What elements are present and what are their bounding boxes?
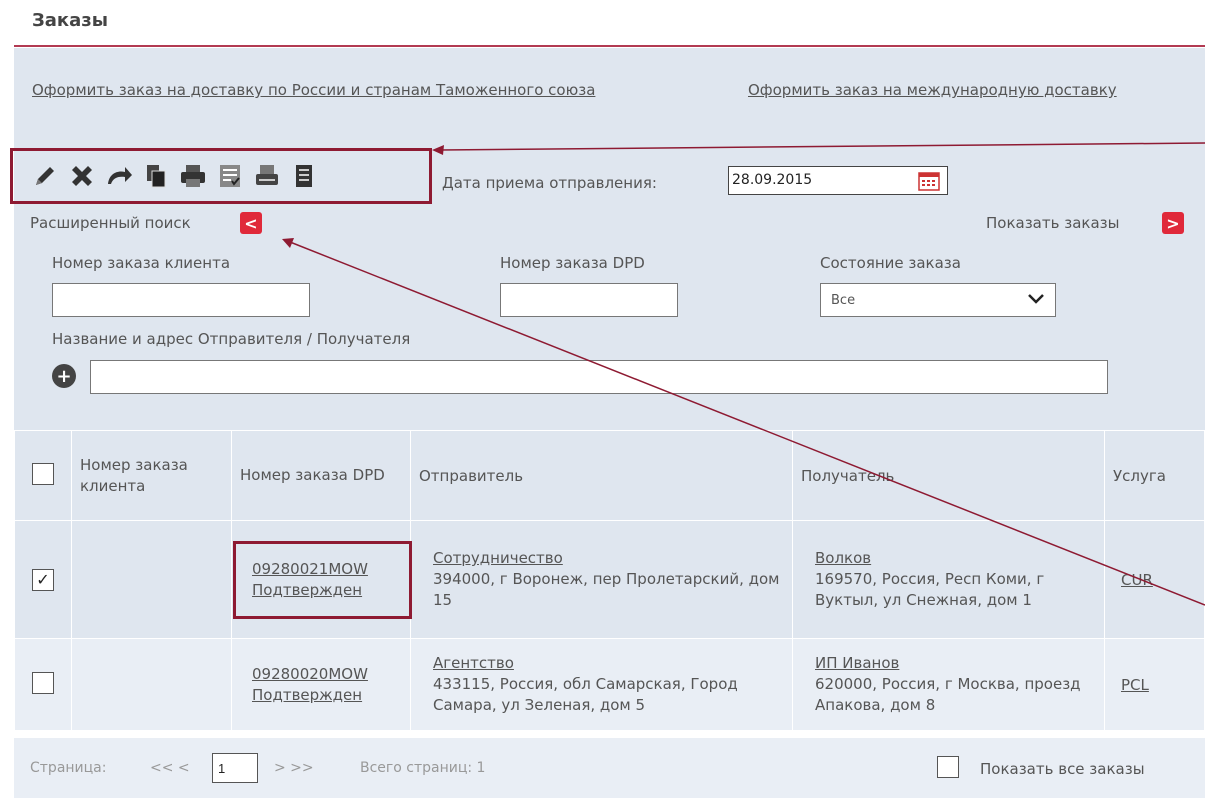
page-title: Заказы <box>32 10 109 31</box>
checklist-icon[interactable] <box>216 162 244 190</box>
client-number-cell <box>71 638 232 731</box>
create-international-order-link[interactable]: Оформить заказ на международную доставку <box>748 78 1148 102</box>
name-address-label: Название и адрес Отправителя / Получател… <box>52 330 411 348</box>
service-link[interactable]: CUR <box>1121 571 1153 589</box>
row-select-cell <box>14 638 72 731</box>
total-pages-text: Всего страниц: 1 <box>360 760 486 776</box>
order-status-select[interactable]: Все <box>820 283 1056 317</box>
sender-cell: Сотрудничество 394000, г Воронеж, пер Пр… <box>410 520 793 639</box>
client-number-cell <box>71 520 232 639</box>
calendar-icon[interactable] <box>918 171 940 191</box>
title-divider <box>14 45 1205 47</box>
row-select-cell: ✓ <box>14 520 72 639</box>
service-cell: PCL <box>1104 638 1205 731</box>
delete-x-icon[interactable] <box>68 162 96 190</box>
recipient-address: 169570, Россия, Респ Коми, г Вуктыл, ул … <box>815 570 1045 609</box>
order-status-link[interactable]: Подтвержден <box>252 685 402 706</box>
header-service: Услуга <box>1104 430 1205 521</box>
sender-address: 394000, г Воронеж, пер Пролетарский, дом… <box>433 570 780 609</box>
dpd-order-link[interactable]: 09280021MOW <box>252 559 402 580</box>
table-header-row: Номер заказа клиента Номер заказа DPD От… <box>14 430 1205 521</box>
row-checkbox[interactable] <box>32 671 54 694</box>
header-recipient: Получатель <box>792 430 1105 521</box>
table-row[interactable]: ✓ 09280021MOW Подтвержден Сотрудничество… <box>14 520 1205 639</box>
sender-cell: Агентство 433115, Россия, обл Самарская,… <box>410 638 793 731</box>
name-address-input[interactable] <box>90 360 1108 394</box>
document-print-icon[interactable] <box>290 162 318 190</box>
dpd-number-cell: 09280020MOW Подтвержден <box>231 638 411 731</box>
printer-alt-icon[interactable] <box>253 162 281 190</box>
show-all-orders-checkbox[interactable] <box>937 756 959 778</box>
service-link[interactable]: PCL <box>1121 676 1149 694</box>
dpd-order-number-input[interactable] <box>500 283 678 317</box>
select-all-checkbox[interactable] <box>32 462 54 485</box>
recipient-name-link[interactable]: ИП Иванов <box>815 653 1092 674</box>
order-status-link[interactable]: Подтвержден <box>252 580 402 601</box>
create-russia-order-link[interactable]: Оформить заказ на доставку по России и с… <box>32 78 722 102</box>
add-plus-icon[interactable]: + <box>52 364 76 388</box>
recipient-cell: ИП Иванов 620000, Россия, г Москва, прое… <box>792 638 1105 731</box>
order-status-label: Состояние заказа <box>820 254 961 272</box>
table-row[interactable]: 09280020MOW Подтвержден Агентство 433115… <box>14 638 1205 731</box>
page-number-input[interactable] <box>212 753 258 783</box>
recipient-cell: Волков 169570, Россия, Респ Коми, г Вукт… <box>792 520 1105 639</box>
client-order-number-label: Номер заказа клиента <box>52 254 231 272</box>
previous-page-link[interactable]: << < <box>150 760 190 776</box>
header-dpd-number: Номер заказа DPD <box>231 430 411 521</box>
date-field[interactable]: 28.09.2015 <box>728 166 948 195</box>
advanced-search-label: Расширенный поиск <box>30 214 191 232</box>
copy-icon[interactable] <box>142 162 170 190</box>
print-icon[interactable] <box>179 162 207 190</box>
undo-arrow-icon[interactable] <box>105 162 133 190</box>
advanced-search-toggle-button[interactable]: < <box>240 212 262 234</box>
sender-name-link[interactable]: Агентство <box>433 653 784 674</box>
orders-table: Номер заказа клиента Номер заказа DPD От… <box>14 430 1205 731</box>
recipient-address: 620000, Россия, г Москва, проезд Апакова… <box>815 675 1081 714</box>
date-label: Дата приема отправления: <box>442 174 657 192</box>
order-status-value: Все <box>831 293 856 308</box>
sender-name-link[interactable]: Сотрудничество <box>433 548 784 569</box>
show-orders-label: Показать заказы <box>986 214 1120 232</box>
header-sender: Отправитель <box>410 430 793 521</box>
show-all-orders-label: Показать все заказы <box>980 760 1145 778</box>
header-client-number: Номер заказа клиента <box>71 430 232 521</box>
dpd-order-number-label: Номер заказа DPD <box>500 254 645 272</box>
header-select-cell <box>14 430 72 521</box>
next-page-link[interactable]: > >> <box>274 760 314 776</box>
recipient-name-link[interactable]: Волков <box>815 548 1092 569</box>
dpd-number-cell: 09280021MOW Подтвержден <box>231 520 411 639</box>
row-checkbox[interactable]: ✓ <box>32 568 54 591</box>
page-label: Страница: <box>30 760 107 776</box>
client-order-number-input[interactable] <box>52 283 310 317</box>
pencil-icon[interactable] <box>31 162 59 190</box>
action-toolbar <box>10 148 432 204</box>
chevron-down-icon <box>1027 292 1045 310</box>
dpd-order-link[interactable]: 09280020MOW <box>252 664 402 685</box>
show-orders-button[interactable]: > <box>1162 212 1184 234</box>
sender-address: 433115, Россия, обл Самарская, Город Сам… <box>433 675 738 714</box>
service-cell: CUR <box>1104 520 1205 639</box>
